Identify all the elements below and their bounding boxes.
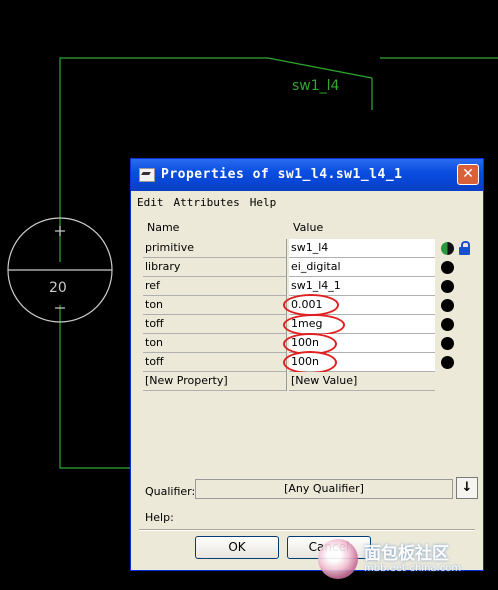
property-value[interactable]: 0.001 — [289, 296, 435, 315]
dialog-title: Properties of sw1_l4.sw1_l4_1 — [161, 167, 403, 182]
property-row[interactable]: library ei_digital — [143, 258, 473, 277]
status-dot-icon — [441, 280, 454, 293]
switch-label: sw1_l4 — [292, 78, 340, 94]
divider — [139, 529, 475, 531]
qualifier-apply-button[interactable]: ↓ — [456, 477, 478, 499]
property-row[interactable]: toff 100n — [143, 351, 473, 374]
property-name: library — [143, 258, 287, 277]
arrow-down-icon: ↓ — [461, 480, 473, 495]
watermark-logo — [318, 539, 358, 579]
status-dot-icon — [441, 318, 454, 331]
lock-icon[interactable] — [459, 241, 470, 255]
watermark-text: 面包板社区 — [364, 544, 449, 564]
status-dot-icon — [441, 299, 454, 312]
close-button[interactable]: ✕ — [457, 164, 479, 185]
qualifier-label: Qualifier: — [145, 485, 196, 498]
ok-button[interactable]: OK — [195, 536, 279, 559]
close-icon: ✕ — [462, 166, 474, 182]
help-label: Help: — [145, 511, 174, 524]
property-row[interactable]: primitive sw1_l4 — [143, 239, 473, 258]
status-dot-icon — [441, 261, 454, 274]
property-row[interactable]: toff 1meg — [143, 314, 473, 336]
wire-bottom — [59, 305, 130, 469]
property-value[interactable]: sw1_l4 — [289, 239, 435, 258]
watermark: 面包板社区 mbb.eet-china.com — [318, 537, 488, 581]
new-property-value[interactable]: [New Value] — [289, 372, 435, 391]
property-value[interactable]: ei_digital — [289, 258, 435, 277]
column-header-name: Name — [147, 221, 180, 234]
status-dot-icon — [441, 242, 454, 255]
property-row[interactable]: ref sw1_l4_1 — [143, 277, 473, 296]
menu-attributes[interactable]: Attributes — [174, 196, 240, 214]
dialog-titlebar[interactable]: Properties of sw1_l4.sw1_l4_1 ✕ — [131, 159, 483, 191]
watermark-url: mbb.eet-china.com — [364, 563, 462, 574]
property-name: primitive — [143, 239, 287, 258]
property-name: ton — [143, 296, 287, 315]
menu-help[interactable]: Help — [250, 196, 277, 214]
property-row[interactable]: ton 100n — [143, 333, 473, 355]
column-header-value: Value — [293, 221, 324, 234]
status-dot-icon — [441, 337, 454, 350]
property-name: toff — [143, 353, 287, 372]
source-value-label: 20 — [49, 280, 67, 296]
properties-dialog: Properties of sw1_l4.sw1_l4_1 ✕ Edit Att… — [130, 158, 484, 571]
property-row[interactable]: ton 0.001 — [143, 294, 473, 316]
property-name: ton — [143, 334, 287, 353]
menu-edit[interactable]: Edit — [137, 196, 164, 214]
menubar: Edit Attributes Help — [137, 196, 276, 214]
property-name: toff — [143, 315, 287, 334]
property-value[interactable]: 100n — [289, 353, 435, 372]
property-name: ref — [143, 277, 287, 296]
app-icon — [139, 168, 155, 182]
property-value[interactable]: 100n — [289, 334, 435, 353]
property-value[interactable]: 1meg — [289, 315, 435, 334]
new-property-name[interactable]: [New Property] — [143, 372, 287, 391]
new-property-row[interactable]: [New Property] [New Value] — [143, 372, 473, 391]
status-dot-icon — [441, 356, 454, 369]
qualifier-select[interactable]: [Any Qualifier] — [195, 479, 453, 499]
property-value[interactable]: sw1_l4_1 — [289, 277, 435, 296]
